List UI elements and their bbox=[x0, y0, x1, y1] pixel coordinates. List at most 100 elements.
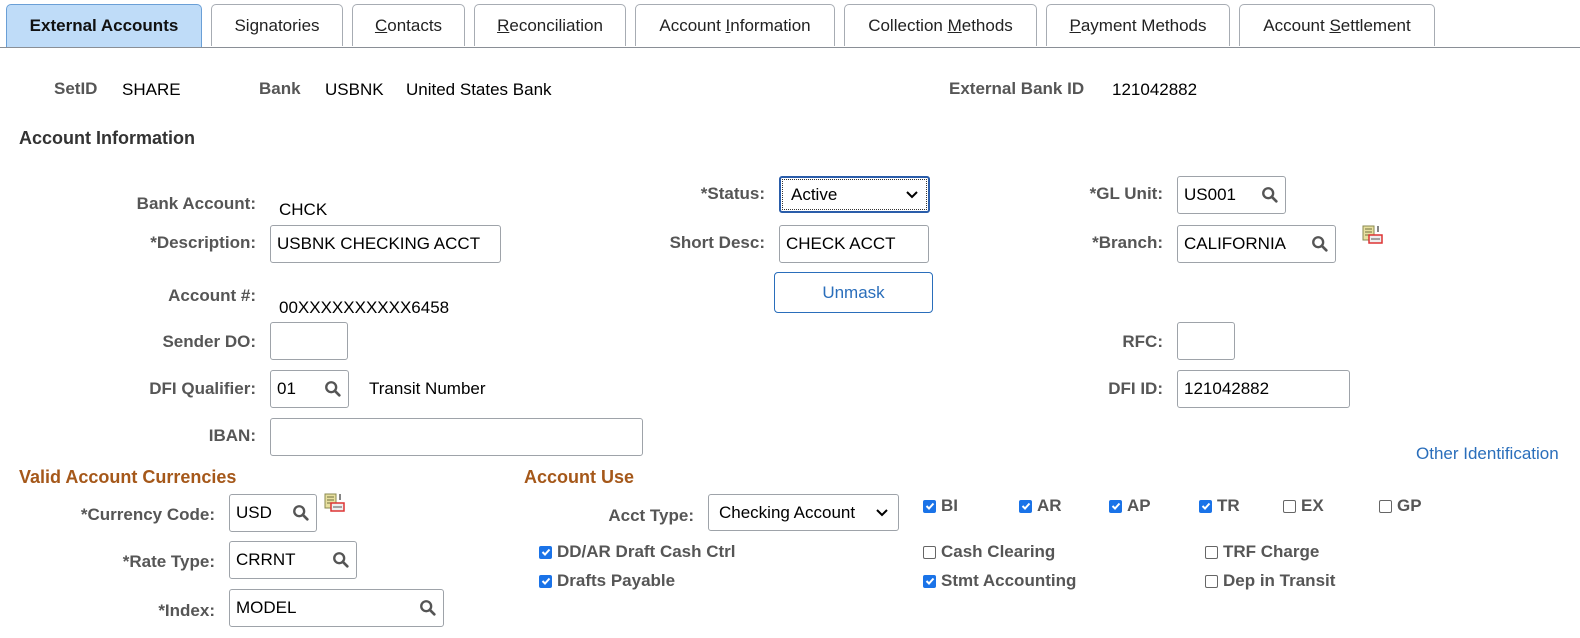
tab-label: Account Information bbox=[659, 15, 811, 35]
checkbox-ar[interactable]: AR bbox=[1019, 496, 1062, 516]
chevron-down-icon bbox=[876, 508, 888, 516]
checkbox-unchecked-icon[interactable] bbox=[923, 545, 936, 559]
checkbox-label: Drafts Payable bbox=[557, 571, 676, 590]
unmask-button[interactable]: Unmask bbox=[774, 272, 933, 313]
tab-account-information[interactable]: Account Information bbox=[635, 4, 835, 46]
currency-code-text: USD bbox=[236, 503, 272, 522]
rate-type-label: *Rate Type: bbox=[122, 552, 215, 571]
index-label: *Index: bbox=[158, 601, 215, 620]
tab-reconciliation[interactable]: Reconciliation bbox=[474, 4, 626, 46]
gl-unit-text: US001 bbox=[1184, 185, 1236, 204]
checkbox-label: AP bbox=[1127, 496, 1151, 515]
checkbox-checked-icon[interactable] bbox=[539, 574, 552, 588]
account-number-label: Account #: bbox=[168, 286, 256, 305]
bank-account-value: CHCK bbox=[279, 200, 328, 219]
checkbox-stmt-accounting[interactable]: Stmt Accounting bbox=[923, 571, 1076, 591]
other-identification-link[interactable]: Other Identification bbox=[1416, 444, 1559, 464]
short-desc-input[interactable]: CHECK ACCT bbox=[779, 225, 929, 263]
search-icon[interactable] bbox=[332, 551, 350, 569]
tab-contacts[interactable]: Contacts bbox=[352, 4, 465, 46]
currency-code-input[interactable]: USD bbox=[229, 494, 317, 532]
checkbox-cash-clearing[interactable]: Cash Clearing bbox=[923, 542, 1055, 562]
short-desc-text: CHECK ACCT bbox=[786, 234, 896, 253]
checkbox-dd-ar-draft-cash-ctrl[interactable]: DD/AR Draft Cash Ctrl bbox=[539, 542, 736, 562]
sender-do-input[interactable] bbox=[270, 322, 348, 360]
setid-value: SHARE bbox=[122, 80, 181, 99]
checkbox-dep-in-transit[interactable]: Dep in Transit bbox=[1205, 571, 1335, 591]
accesskey-letter: S bbox=[1329, 15, 1341, 35]
iban-input[interactable] bbox=[270, 418, 643, 456]
rate-type-text: CRRNT bbox=[236, 550, 296, 569]
tab-label: Account Settlement bbox=[1263, 15, 1411, 35]
checkbox-label: Cash Clearing bbox=[941, 542, 1056, 561]
index-input[interactable]: MODEL bbox=[229, 589, 444, 627]
checkbox-label: TR bbox=[1217, 496, 1240, 515]
description-input[interactable]: USBNK CHECKING ACCT bbox=[270, 225, 501, 263]
checkbox-unchecked-icon[interactable] bbox=[1283, 499, 1296, 513]
bank-account-label: Bank Account: bbox=[136, 194, 256, 213]
dfi-qualifier-input[interactable]: 01 bbox=[270, 370, 349, 408]
checkbox-unchecked-icon[interactable] bbox=[1205, 545, 1218, 559]
account-information-heading: Account Information bbox=[19, 128, 195, 148]
account-number-value: 00XXXXXXXXXX6458 bbox=[279, 298, 450, 317]
checkbox-label: AR bbox=[1037, 496, 1062, 515]
checkbox-checked-icon[interactable] bbox=[539, 545, 552, 559]
tab-bar: External Accounts Signatories Contacts R… bbox=[0, 0, 1580, 48]
accesskey-letter: I bbox=[725, 15, 731, 35]
checkbox-tr[interactable]: TR bbox=[1199, 496, 1240, 516]
checkbox-ex[interactable]: EX bbox=[1283, 496, 1324, 516]
checkbox-label: DD/AR Draft Cash Ctrl bbox=[557, 542, 736, 561]
branch-input[interactable]: CALIFORNIA bbox=[1177, 225, 1336, 263]
valid-account-currencies-heading: Valid Account Currencies bbox=[19, 467, 237, 487]
checkbox-checked-icon[interactable] bbox=[1109, 499, 1122, 513]
tab-label: Contacts bbox=[374, 15, 443, 35]
currency-code-label: *Currency Code: bbox=[80, 505, 215, 524]
tab-account-settlement[interactable]: Account Settlement bbox=[1239, 4, 1435, 46]
iban-label: IBAN: bbox=[208, 426, 256, 445]
checkbox-checked-icon[interactable] bbox=[1199, 499, 1212, 513]
checkbox-gp[interactable]: GP bbox=[1379, 496, 1422, 516]
checkbox-bi[interactable]: BI bbox=[923, 496, 958, 516]
checkbox-checked-icon[interactable] bbox=[923, 499, 936, 513]
dfi-qualifier-description: Transit Number bbox=[369, 379, 486, 398]
status-select[interactable]: Active bbox=[779, 176, 930, 213]
tab-collection-methods[interactable]: Collection Methods bbox=[844, 4, 1037, 46]
search-icon[interactable] bbox=[1261, 186, 1279, 204]
dfi-id-label: DFI ID: bbox=[1108, 379, 1163, 398]
search-icon[interactable] bbox=[1311, 235, 1329, 253]
dfi-id-input[interactable]: 121042882 bbox=[1177, 370, 1350, 408]
checkbox-trf-charge[interactable]: TRF Charge bbox=[1205, 542, 1319, 562]
spreadsheet-icon[interactable] bbox=[1362, 225, 1384, 245]
checkbox-drafts-payable[interactable]: Drafts Payable bbox=[539, 571, 675, 591]
external-bank-id-value: 121042882 bbox=[1112, 80, 1198, 99]
chevron-down-icon bbox=[906, 190, 918, 198]
rate-type-input[interactable]: CRRNT bbox=[229, 541, 357, 579]
gl-unit-label: *GL Unit: bbox=[1089, 184, 1163, 203]
checkbox-checked-icon[interactable] bbox=[1019, 499, 1032, 513]
rfc-input[interactable] bbox=[1177, 322, 1235, 360]
search-icon[interactable] bbox=[324, 380, 342, 398]
setid-label: SetID bbox=[54, 79, 98, 98]
tab-label: Signatories bbox=[234, 15, 320, 35]
tab-payment-methods[interactable]: Payment Methods bbox=[1046, 4, 1230, 46]
tab-label: Reconciliation bbox=[497, 15, 603, 35]
acct-type-select[interactable]: Checking Account bbox=[708, 494, 899, 531]
checkbox-unchecked-icon[interactable] bbox=[1379, 499, 1392, 513]
checkbox-label: BI bbox=[941, 496, 958, 515]
branch-label: *Branch: bbox=[1092, 233, 1163, 252]
sender-do-label: Sender DO: bbox=[162, 332, 256, 351]
gl-unit-input[interactable]: US001 bbox=[1177, 176, 1286, 214]
checkbox-checked-icon[interactable] bbox=[923, 574, 936, 588]
tab-signatories[interactable]: Signatories bbox=[211, 4, 343, 46]
dfi-id-text: 121042882 bbox=[1184, 379, 1270, 398]
checkbox-ap[interactable]: AP bbox=[1109, 496, 1151, 516]
tab-label: External Accounts bbox=[29, 16, 179, 35]
bank-label: Bank bbox=[259, 79, 301, 98]
spreadsheet-icon[interactable] bbox=[324, 493, 346, 513]
dfi-qualifier-label: DFI Qualifier: bbox=[149, 379, 256, 398]
tab-external-accounts[interactable]: External Accounts bbox=[6, 4, 202, 47]
accesskey-letter: C bbox=[374, 15, 388, 35]
search-icon[interactable] bbox=[292, 504, 310, 522]
checkbox-unchecked-icon[interactable] bbox=[1205, 574, 1218, 588]
search-icon[interactable] bbox=[419, 599, 437, 617]
